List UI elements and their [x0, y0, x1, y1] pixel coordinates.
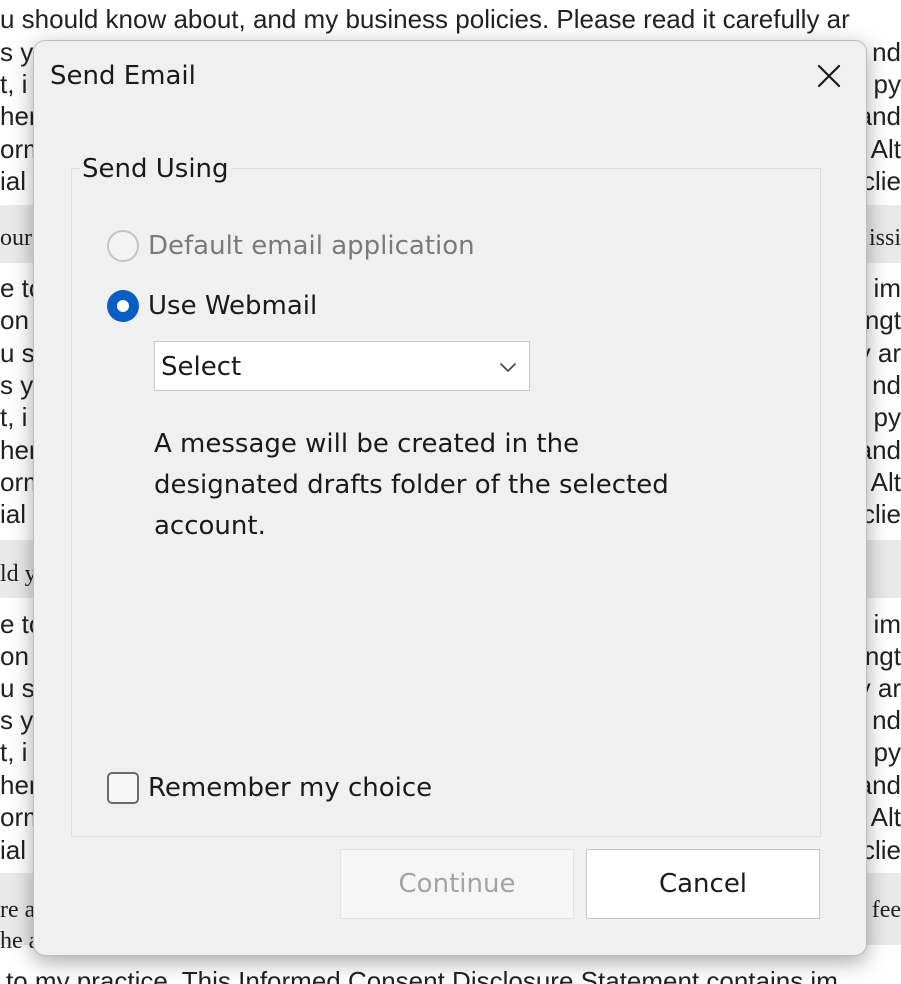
- background-text-fragment: nd: [872, 705, 901, 735]
- background-text-fragment: py: [873, 402, 901, 432]
- close-button[interactable]: [812, 59, 846, 93]
- background-text-fragment: py: [873, 69, 901, 99]
- send-using-label: Send Using: [80, 154, 231, 184]
- background-text-fragment: Alt: [870, 802, 901, 832]
- radio-default-email[interactable]: Default email application: [107, 230, 475, 262]
- dialog-titlebar: Send Email: [34, 41, 866, 111]
- background-text-fragment: t, i: [0, 69, 28, 99]
- webmail-account-select[interactable]: Select: [154, 341, 530, 391]
- background-text-fragment: on: [0, 305, 29, 335]
- background-text-fragment: ial: [0, 499, 27, 529]
- select-value: Select: [161, 352, 242, 382]
- background-text-fragment: her: [0, 435, 38, 465]
- radio-default-email-label: Default email application: [148, 231, 475, 261]
- background-text-fragment: nd: [872, 37, 901, 67]
- radio-use-webmail[interactable]: Use Webmail: [107, 290, 317, 322]
- dialog-title: Send Email: [50, 61, 196, 91]
- webmail-info-text: A message will be created in the designa…: [154, 429, 669, 541]
- background-text-fragment: Alt: [870, 467, 901, 497]
- background-text-fragment: t, i: [0, 737, 28, 767]
- chevron-down-icon: [500, 363, 516, 372]
- background-text-fragment: Alt: [870, 134, 901, 164]
- checkbox-box: [107, 772, 139, 804]
- background-text-fragment: our: [0, 225, 32, 251]
- radio-button-selected: [107, 290, 139, 322]
- background-text-fragment: on: [0, 641, 29, 671]
- background-text-fragment: ial: [0, 166, 27, 196]
- background-text-fragment: t, i: [0, 402, 28, 432]
- cancel-button[interactable]: Cancel: [586, 849, 820, 919]
- background-text-fragment: ld y: [0, 561, 37, 587]
- background-text-fragment: ial: [0, 835, 27, 865]
- background-text-fragment: clie: [861, 835, 901, 865]
- background-text-fragment: ngt: [864, 641, 901, 671]
- background-text-fragment: her: [0, 770, 38, 800]
- background-text-fragment: ngt: [864, 305, 901, 335]
- remember-choice-checkbox[interactable]: Remember my choice: [107, 772, 432, 804]
- background-text-fragment: nd: [872, 370, 901, 400]
- background-text-line: to my practice. This Informed Consent Di…: [6, 966, 838, 984]
- radio-use-webmail-label: Use Webmail: [148, 291, 318, 321]
- remember-choice-label: Remember my choice: [148, 773, 433, 803]
- continue-button[interactable]: Continue: [340, 849, 574, 919]
- background-text-fragment: issi: [868, 225, 901, 251]
- background-text-fragment: clie: [861, 166, 901, 196]
- background-text-fragment: fee: [871, 897, 901, 923]
- background-text-line: u should know about, and my business pol…: [0, 4, 850, 34]
- background-text-fragment: clie: [861, 499, 901, 529]
- send-email-dialog: Send Email Send Using Default email appl…: [33, 40, 867, 956]
- close-icon: [817, 64, 841, 88]
- background-text-fragment: her: [0, 101, 38, 131]
- background-text-fragment: re a: [0, 897, 36, 923]
- radio-button: [107, 230, 139, 262]
- background-text-fragment: py: [873, 737, 901, 767]
